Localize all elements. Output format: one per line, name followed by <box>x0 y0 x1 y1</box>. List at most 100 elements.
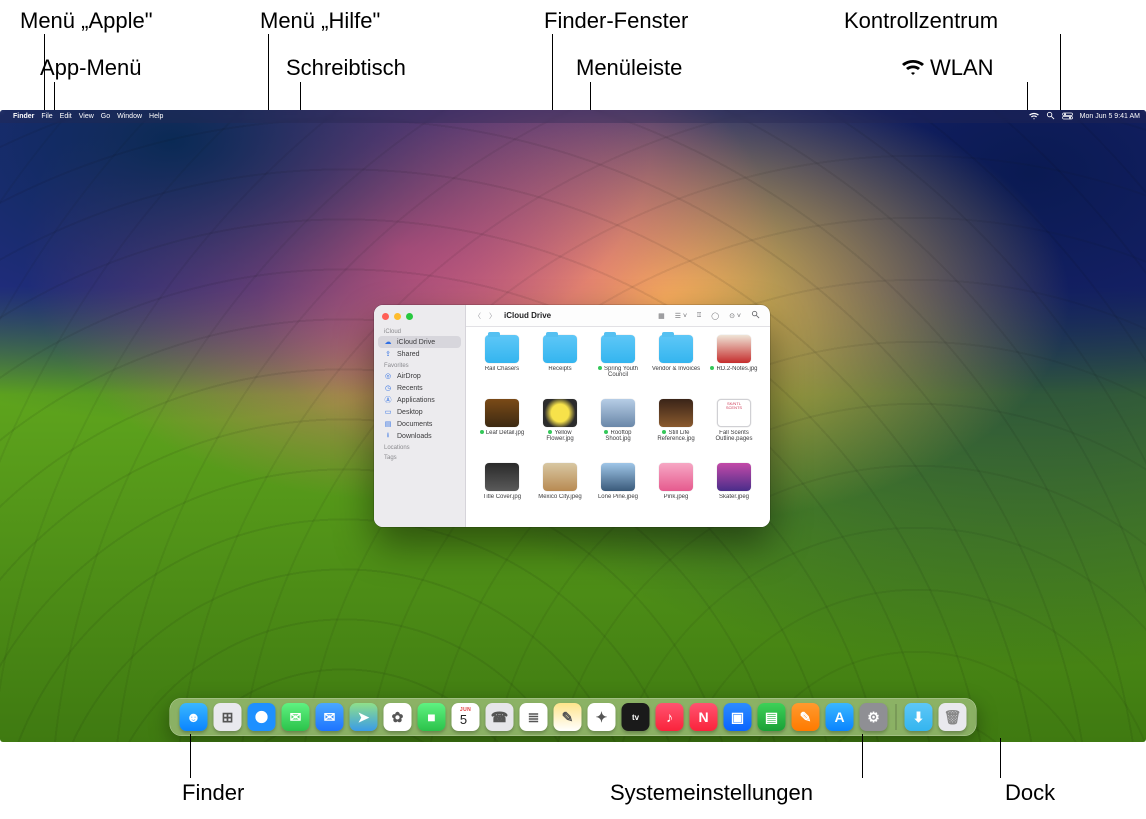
sidebar-section-locations: Locations <box>378 442 461 452</box>
sidebar-item-airdrop[interactable]: ◎AirDrop <box>378 370 461 382</box>
dock-app-news[interactable]: N <box>690 703 718 731</box>
folder-icon <box>485 335 519 363</box>
leader-apple-menu <box>44 34 45 118</box>
finder-title: iCloud Drive <box>504 311 551 320</box>
sidebar-item-shared[interactable]: ⇪Shared <box>378 348 461 360</box>
dock-app-facetime[interactable]: ■ <box>418 703 446 731</box>
finder-icon-grid[interactable]: Rail Chasers Receipts Spring Youth Council… <box>466 327 770 527</box>
dock-app-messages[interactable]: ✉ <box>282 703 310 731</box>
file-name: Mexico City.jpeg <box>538 494 582 500</box>
file-item[interactable]: Pink.jpeg <box>650 463 702 521</box>
dock-app-finder[interactable]: ☻ <box>180 703 208 731</box>
dock-app-keynote[interactable]: ▣ <box>724 703 752 731</box>
dock-app-pages[interactable]: ✎ <box>792 703 820 731</box>
dock-app-music[interactable]: ♪ <box>656 703 684 731</box>
tag-dot-icon <box>480 430 484 434</box>
menu-view[interactable]: View <box>79 113 94 120</box>
dock-app-contacts[interactable]: ☎ <box>486 703 514 731</box>
dock-app-notes[interactable]: ✎ <box>554 703 582 731</box>
file-name: Lone Pine.jpeg <box>598 494 638 500</box>
control-center-icon[interactable] <box>1062 112 1073 122</box>
clock-icon: ◷ <box>384 384 392 392</box>
dock-app-safari[interactable] <box>248 703 276 731</box>
sidebar-item-icloud-drive[interactable]: ☁︎iCloud Drive <box>378 336 461 348</box>
callout-desktop: Schreibtisch <box>286 55 406 81</box>
menubar-clock[interactable]: Mon Jun 5 9:41 AM <box>1080 113 1140 120</box>
file-name: Pink.jpeg <box>664 494 689 500</box>
file-name: Rail Chasers <box>485 366 519 372</box>
window-close-button[interactable] <box>382 313 389 320</box>
finder-main: 〈 〉 iCloud Drive ▦ ☰ ˅ ⍐ ◯ ⊙ ˅ Rail Chas… <box>466 305 770 527</box>
callout-wlan: WLAN <box>902 55 994 82</box>
folder-icon <box>601 335 635 363</box>
dock-app-launchpad[interactable]: ⊞ <box>214 703 242 731</box>
file-item[interactable]: Still Life Reference.jpg <box>650 399 702 457</box>
file-thumbnail <box>543 463 577 491</box>
file-item[interactable]: Rail Chasers <box>476 335 528 393</box>
dock-app-system-settings[interactable]: ⚙ <box>860 703 888 731</box>
view-icons-button[interactable]: ▦ <box>656 312 667 320</box>
file-item[interactable]: Rooftop Shoot.jpg <box>592 399 644 457</box>
file-item[interactable]: Yellow Flower.jpg <box>534 399 586 457</box>
spotlight-icon[interactable] <box>1046 111 1055 122</box>
dock-trash[interactable]: 🗑 <box>939 703 967 731</box>
file-thumbnail <box>485 463 519 491</box>
callout-system-settings: Systemeinstellungen <box>610 780 813 806</box>
dock[interactable]: ☻⊞✉✉➤✿■JUN5☎≣✎✦tv♪N▣▤✎A⚙⬇🗑 <box>170 698 977 736</box>
sidebar-item-desktop[interactable]: ▭Desktop <box>378 406 461 418</box>
nav-back-button[interactable]: 〈 <box>474 311 481 321</box>
menu-go[interactable]: Go <box>101 113 110 120</box>
app-menu[interactable]: Finder <box>13 113 34 120</box>
sidebar-item-documents[interactable]: ▤Documents <box>378 418 461 430</box>
dock-app-maps[interactable]: ➤ <box>350 703 378 731</box>
tags-button[interactable]: ◯ <box>709 312 721 320</box>
dock-app-freeform[interactable]: ✦ <box>588 703 616 731</box>
file-item[interactable]: Leaf Detail.jpg <box>476 399 528 457</box>
callout-apple-menu: Menü „Apple" <box>20 8 153 34</box>
dock-app-photos[interactable]: ✿ <box>384 703 412 731</box>
file-name: Fall Scents Outline.pages <box>709 430 759 443</box>
callout-control-center: Kontrollzentrum <box>844 8 998 34</box>
nav-forward-button[interactable]: 〉 <box>489 311 496 321</box>
file-item[interactable]: Vendor & Invoices <box>650 335 702 393</box>
sidebar-item-applications[interactable]: ⒶApplications <box>378 394 461 406</box>
dock-app-reminders[interactable]: ≣ <box>520 703 548 731</box>
sidebar-section-icloud: iCloud <box>378 326 461 336</box>
applications-icon: Ⓐ <box>384 396 392 404</box>
wifi-status-icon[interactable] <box>1029 112 1039 122</box>
window-minimize-button[interactable] <box>394 313 401 320</box>
file-item[interactable]: RD.2-Notes.jpg <box>708 335 760 393</box>
file-item[interactable]: Mexico City.jpeg <box>534 463 586 521</box>
file-item[interactable]: Lone Pine.jpeg <box>592 463 644 521</box>
dock-app-mail[interactable]: ✉ <box>316 703 344 731</box>
file-item[interactable]: Skater.jpeg <box>708 463 760 521</box>
group-menu-button[interactable]: ☰ ˅ <box>673 312 689 320</box>
file-name: Title Cover.jpg <box>483 494 521 500</box>
menu-window[interactable]: Window <box>117 113 142 120</box>
menu-edit[interactable]: Edit <box>60 113 72 120</box>
share-button[interactable]: ⍐ <box>695 312 703 320</box>
file-item[interactable]: Spring Youth Council <box>592 335 644 393</box>
menu-help[interactable]: Help <box>149 113 163 120</box>
file-item[interactable]: Receipts <box>534 335 586 393</box>
dock-app-app-store[interactable]: A <box>826 703 854 731</box>
file-name: Leaf Detail.jpg <box>480 430 524 436</box>
sidebar-item-recents[interactable]: ◷Recents <box>378 382 461 394</box>
dock-app-numbers[interactable]: ▤ <box>758 703 786 731</box>
dock-app-calendar[interactable]: JUN5 <box>452 703 480 731</box>
file-item[interactable]: Title Cover.jpg <box>476 463 528 521</box>
folder-icon <box>659 335 693 363</box>
menu-file[interactable]: File <box>41 113 52 120</box>
file-item[interactable]: SK/NTLSCENTSFall Scents Outline.pages <box>708 399 760 457</box>
dock-app-tv[interactable]: tv <box>622 703 650 731</box>
dock-downloads[interactable]: ⬇ <box>905 703 933 731</box>
tag-dot-icon <box>604 430 608 434</box>
shared-folder-icon: ⇪ <box>384 350 392 358</box>
sidebar-item-downloads[interactable]: ⭳Downloads <box>378 430 461 442</box>
file-name: Spring Youth Council <box>593 366 643 379</box>
action-menu-button[interactable]: ⊙ ˅ <box>727 312 743 320</box>
window-zoom-button[interactable] <box>406 313 413 320</box>
finder-window[interactable]: iCloud ☁︎iCloud Drive ⇪Shared Favorites … <box>374 305 770 527</box>
tag-dot-icon <box>598 366 602 370</box>
search-button[interactable] <box>749 310 762 321</box>
